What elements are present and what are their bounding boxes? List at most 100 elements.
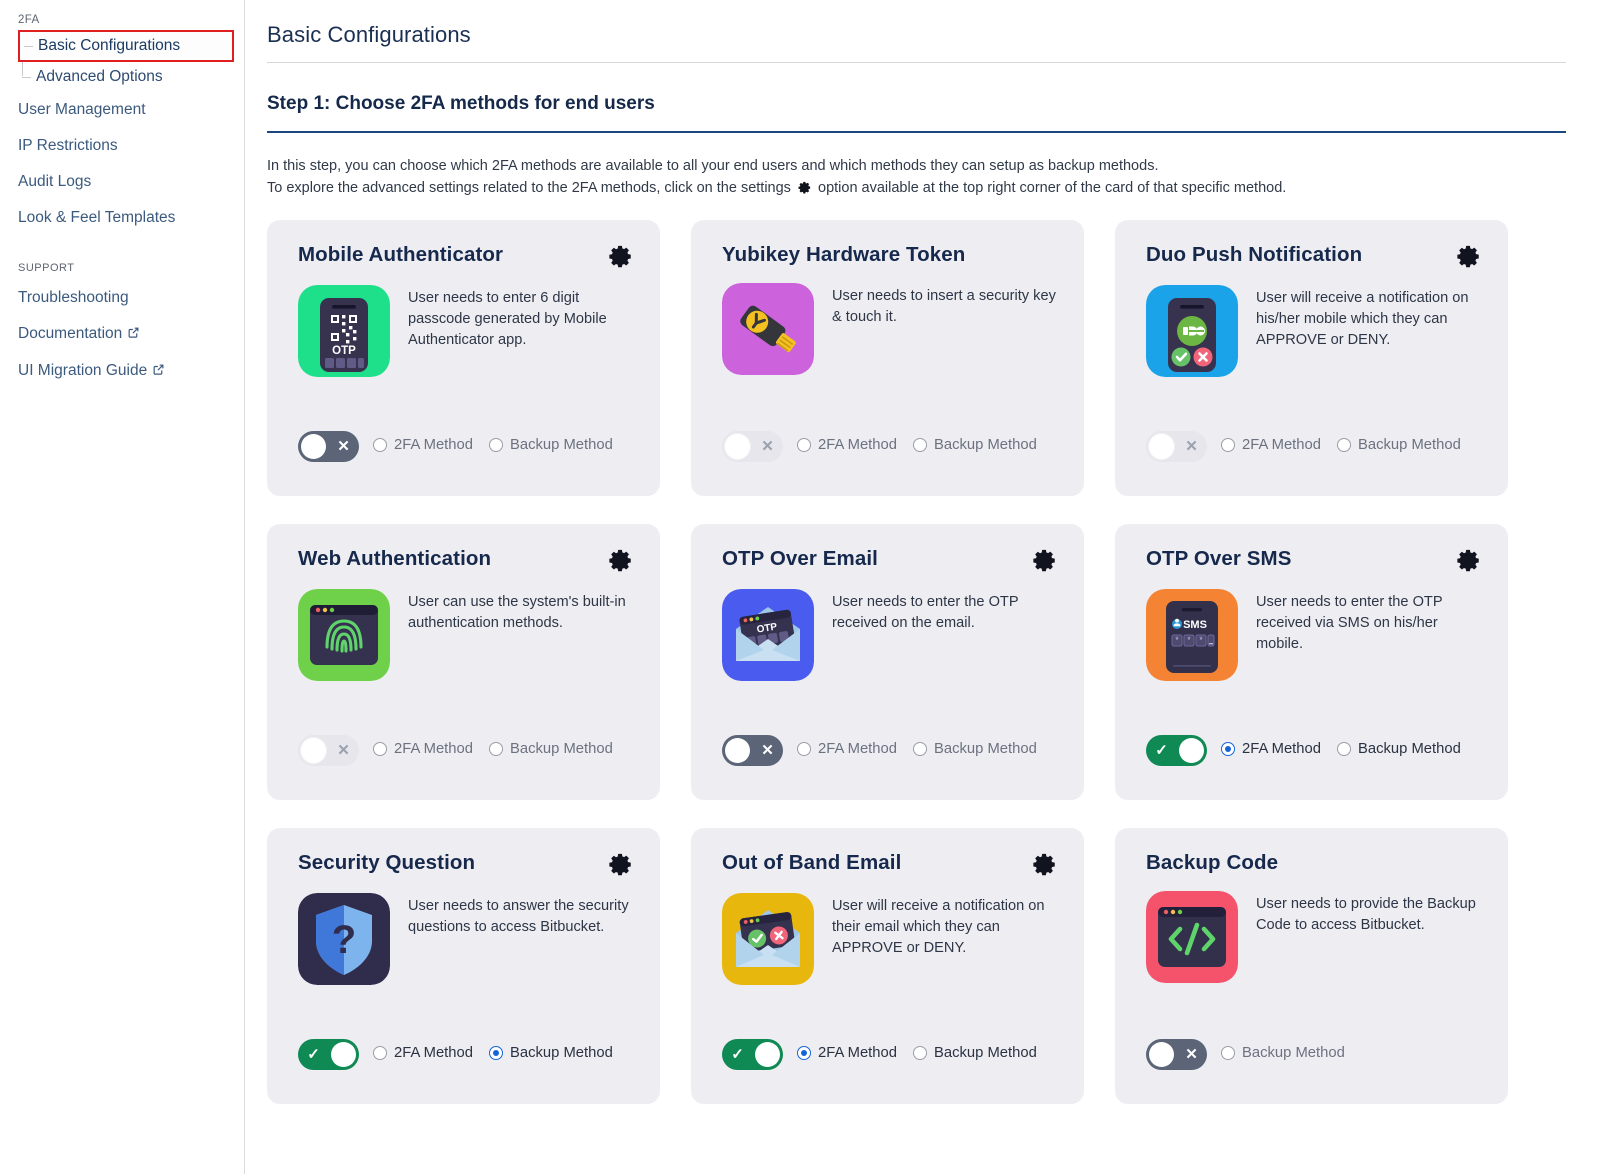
settings-gear-icon[interactable]: [1031, 851, 1058, 878]
card-header: Duo Push Notification: [1146, 242, 1482, 270]
radio-dot: [797, 742, 811, 756]
radio-mobile-authenticator-backup-method[interactable]: Backup Method: [488, 435, 613, 455]
sidebar-item-troubleshooting[interactable]: Troubleshooting: [0, 280, 244, 316]
radio-security-question-backup-method[interactable]: Backup Method: [488, 1043, 613, 1063]
sidebar-item-documentation[interactable]: Documentation: [0, 316, 244, 353]
card-footer: ✓ 2FA Method Backup Method: [722, 1039, 1058, 1070]
radio-label: 2FA Method: [818, 1045, 897, 1061]
radio-yubikey-hardware-token-2fa-method[interactable]: 2FA Method: [797, 435, 897, 455]
card-description: User needs to provide the Backup Code to…: [1256, 896, 1476, 933]
radio-label: 2FA Method: [818, 741, 897, 757]
enable-toggle-otp-over-sms[interactable]: ✓: [1146, 735, 1207, 766]
radio-otp-over-sms-backup-method[interactable]: Backup Method: [1336, 739, 1461, 759]
sidebar-tree-item-basic-configurations[interactable]: Basic Configurations: [18, 30, 234, 62]
radio-web-authentication-backup-method[interactable]: Backup Method: [488, 739, 613, 759]
enable-toggle-out-of-band-email[interactable]: ✓: [722, 1039, 783, 1070]
radio-dot: [912, 438, 927, 452]
sidebar-tree-item-advanced-options[interactable]: Advanced Options: [18, 62, 244, 92]
card-title: Duo Push Notification: [1146, 243, 1363, 266]
enable-toggle-otp-over-email[interactable]: ✕: [722, 735, 783, 766]
sidebar-section-2fa: 2FA: [18, 14, 40, 26]
sidebar-item-label: Audit Logs: [18, 173, 92, 190]
duo-push-icon: [1146, 285, 1238, 377]
sidebar-item-label: User Management: [18, 101, 146, 118]
card-title: Yubikey Hardware Token: [722, 243, 966, 266]
sidebar-item-label: Look & Feel Templates: [18, 209, 176, 226]
sidebar-item-user-management[interactable]: User Management: [0, 92, 244, 128]
radio-security-question-2fa-method[interactable]: 2FA Method: [373, 1043, 473, 1063]
radio-duo-push-notification-2fa-method[interactable]: 2FA Method: [1221, 435, 1321, 455]
radio-otp-over-email-backup-method[interactable]: Backup Method: [912, 739, 1037, 759]
card-header: Backup Code: [1146, 850, 1482, 876]
card-body: SMS * * * User needs to enter the OTP rece…: [1146, 574, 1482, 681]
radio-backup-code-backup-method[interactable]: Backup Method: [1221, 1043, 1345, 1063]
radio-yubikey-hardware-token-backup-method[interactable]: Backup Method: [912, 435, 1037, 455]
radio-dot: [797, 438, 811, 452]
app-root: 2FA Basic Configurations Advanced Options…: [0, 0, 1600, 1174]
toggle-state-icon: ✕: [761, 742, 774, 759]
method-type-radio-group: 2FA Method Backup Method: [373, 735, 613, 759]
settings-gear-icon[interactable]: [607, 851, 634, 878]
external-link-icon: [127, 325, 140, 345]
card-title: Web Authentication: [298, 547, 492, 570]
card-header: Security Question: [298, 850, 634, 878]
radio-label: Backup Method: [933, 1045, 1037, 1061]
radio-label: 2FA Method: [818, 437, 897, 453]
sidebar-item-look-feel-templates[interactable]: Look & Feel Templates: [0, 200, 244, 236]
radio-dot: [1221, 438, 1235, 452]
card-description: User needs to enter the OTP received on …: [832, 594, 1019, 631]
toggle-state-icon: ✕: [761, 438, 774, 455]
enable-toggle-web-authentication[interactable]: ✕: [298, 735, 359, 766]
card-body: User will receive a notification on thei…: [722, 878, 1058, 985]
enable-toggle-duo-push-notification[interactable]: ✕: [1146, 431, 1207, 462]
radio-dot: [488, 1046, 503, 1060]
settings-gear-icon[interactable]: [1455, 243, 1482, 270]
method-card-web-authentication: Web Authentication User can use the syst…: [267, 524, 660, 800]
enable-toggle-mobile-authenticator[interactable]: ✕: [298, 431, 359, 462]
method-type-radio-group: Backup Method: [1221, 1039, 1345, 1063]
radio-duo-push-notification-backup-method[interactable]: Backup Method: [1336, 435, 1461, 455]
card-title: Security Question: [298, 851, 476, 874]
card-footer: ✓ 2FA Method Backup Method: [298, 1039, 634, 1070]
enable-toggle-yubikey-hardware-token[interactable]: ✕: [722, 431, 783, 462]
settings-gear-icon[interactable]: [607, 243, 634, 270]
card-body: OTP User needs to enter the OTP received…: [722, 574, 1058, 681]
sidebar-item-ip-restrictions[interactable]: IP Restrictions: [0, 128, 244, 164]
radio-label: Backup Method: [509, 741, 613, 757]
radio-dot: [1336, 438, 1351, 452]
sidebar-item-audit-logs[interactable]: Audit Logs: [0, 164, 244, 200]
radio-out-of-band-email-2fa-method[interactable]: 2FA Method: [797, 1043, 897, 1063]
sidebar-item-ui-migration-guide[interactable]: UI Migration Guide: [0, 353, 244, 390]
card-footer: ✕ Backup Method: [1146, 1039, 1482, 1070]
method-card-yubikey-hardware-token: Yubikey Hardware Token User needs to ins…: [691, 220, 1084, 496]
toggle-knob: [1149, 434, 1174, 459]
radio-otp-over-email-2fa-method[interactable]: 2FA Method: [797, 739, 897, 759]
radio-web-authentication-2fa-method[interactable]: 2FA Method: [373, 739, 473, 759]
radio-otp-over-sms-2fa-method[interactable]: 2FA Method: [1221, 739, 1321, 759]
radio-label: Backup Method: [933, 741, 1037, 757]
settings-gear-icon[interactable]: [1031, 547, 1058, 574]
toggle-knob: [725, 738, 750, 763]
card-body: OTP User needs to enter 6 digit passcode…: [298, 270, 634, 377]
radio-dot: [912, 742, 927, 756]
enable-toggle-security-question[interactable]: ✓: [298, 1039, 359, 1070]
settings-gear-icon[interactable]: [607, 547, 634, 574]
card-body: User needs to insert a security key & to…: [722, 268, 1058, 375]
settings-gear-icon[interactable]: [1455, 547, 1482, 574]
intro-line-2: To explore the advanced settings related…: [267, 177, 1566, 202]
web-authentication-icon: [298, 589, 390, 681]
radio-dot: [1221, 1046, 1235, 1060]
main-content: Basic Configurations Step 1: Choose 2FA …: [245, 0, 1600, 1174]
radio-out-of-band-email-backup-method[interactable]: Backup Method: [912, 1043, 1037, 1063]
backup-code-icon: [1146, 891, 1238, 983]
method-card-out-of-band-email: Out of Band Email User will receive a no…: [691, 828, 1084, 1104]
card-body: User needs to provide the Backup Code to…: [1146, 876, 1482, 983]
enable-toggle-backup-code[interactable]: ✕: [1146, 1039, 1207, 1070]
radio-mobile-authenticator-2fa-method[interactable]: 2FA Method: [373, 435, 473, 455]
svg-text:*: *: [1187, 635, 1191, 645]
card-header: Mobile Authenticator: [298, 242, 634, 270]
radio-dot: [1221, 742, 1235, 756]
radio-dot: [1336, 742, 1351, 756]
card-footer: ✓ 2FA Method Backup Method: [1146, 735, 1482, 766]
step-divider: [267, 131, 1566, 133]
